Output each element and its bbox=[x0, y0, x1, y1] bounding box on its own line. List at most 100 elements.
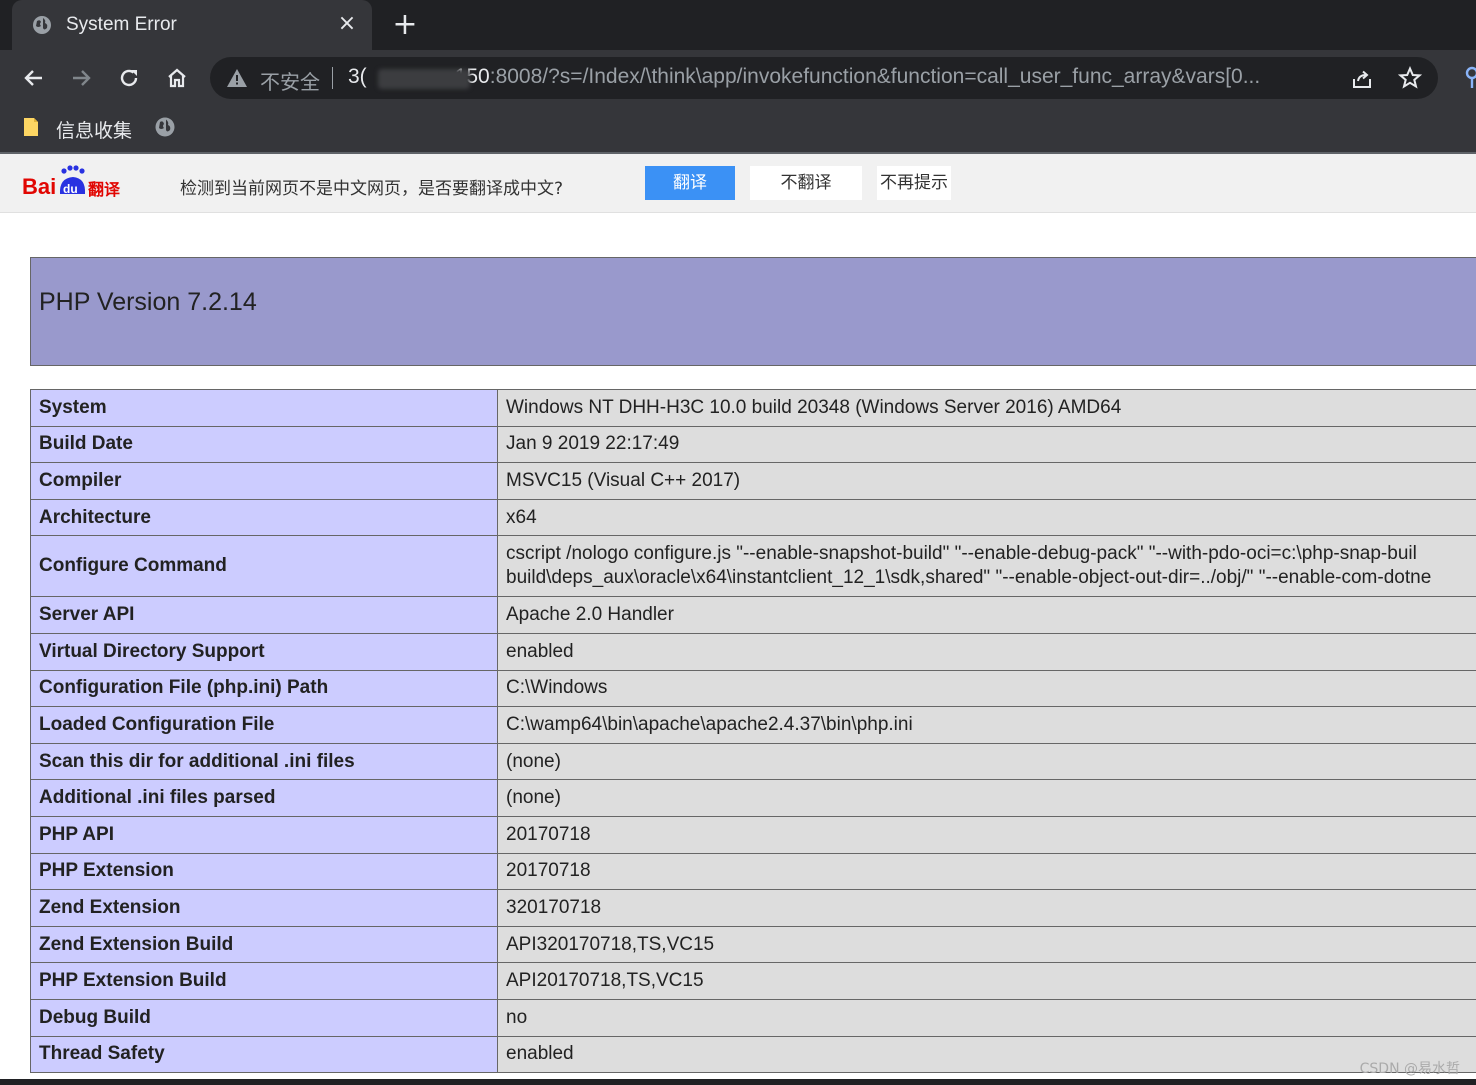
folder-icon[interactable] bbox=[22, 116, 42, 138]
arrow-left-icon bbox=[24, 70, 42, 86]
row-value: x64 bbox=[497, 498, 1476, 537]
row-key: PHP Extension Build bbox=[30, 962, 498, 1000]
table-row: Additional .ini files parsed (none) bbox=[30, 779, 1476, 817]
reload-icon bbox=[120, 69, 138, 87]
forward-button[interactable] bbox=[65, 62, 97, 94]
row-key: Build Date bbox=[30, 425, 498, 464]
globe-icon bbox=[33, 16, 51, 34]
row-key: System bbox=[30, 389, 498, 427]
row-value: MSVC15 (Visual C++ 2017) bbox=[497, 462, 1476, 500]
table-row: Loaded Configuration File C:\wamp64\bin\a… bbox=[30, 706, 1476, 744]
new-tab-button[interactable]: + bbox=[390, 10, 420, 40]
arrow-right-icon bbox=[73, 70, 91, 86]
table-row: Thread Safety enabled bbox=[30, 1035, 1476, 1074]
row-value: Jan 9 2019 22:17:49 bbox=[497, 425, 1476, 464]
row-value: Windows NT DHH-H3C 10.0 build 20348 (Win… bbox=[497, 389, 1476, 427]
table-row: Configuration File (php.ini) Path C:\Wind… bbox=[30, 669, 1476, 708]
table-row: Architecture x64 bbox=[30, 498, 1476, 537]
row-value: (none) bbox=[497, 742, 1476, 781]
table-row: Zend Extension Build API320170718,TS,VC15 bbox=[30, 925, 1476, 964]
url-host-start: 3( bbox=[348, 65, 367, 88]
table-row: Debug Build no bbox=[30, 998, 1476, 1037]
table-row: Scan this dir for additional .ini files(… bbox=[30, 742, 1476, 781]
php-version-header: PHP Version 7.2.14 bbox=[30, 257, 1476, 366]
row-value: cscript /nologo configure.js "--enable-s… bbox=[497, 535, 1476, 598]
row-key: PHP Extension bbox=[30, 852, 498, 891]
row-value: (none) bbox=[497, 779, 1476, 817]
baidu-translate-logo: Bai du 翻译 bbox=[22, 165, 121, 199]
row-key: PHP API bbox=[30, 815, 498, 854]
table-row: PHP Extension Build API20170718,TS,VC15 bbox=[30, 962, 1476, 1000]
row-value: Apache 2.0 Handler bbox=[497, 596, 1476, 634]
translate-prompt: 检测到当前网页不是中文网页，是否要翻译成中文? bbox=[180, 179, 564, 199]
address-bar[interactable]: 不安全 3(150:8008/?s=/Index/\think\app/invo… bbox=[210, 57, 1438, 99]
browser-toolbar: 不安全 3(150:8008/?s=/Index/\think\app/invo… bbox=[0, 50, 1476, 106]
row-value: C:\Windows bbox=[497, 669, 1476, 708]
row-value: enabled bbox=[497, 632, 1476, 671]
back-button[interactable] bbox=[18, 62, 50, 94]
svg-text:翻译: 翻译 bbox=[88, 180, 121, 199]
bookmark-star-icon[interactable] bbox=[1398, 66, 1422, 90]
page-title: PHP Version 7.2.14 bbox=[39, 288, 257, 316]
svg-text:du: du bbox=[63, 182, 78, 196]
row-key: Configure Command bbox=[30, 535, 498, 598]
active-tab[interactable]: System Error × bbox=[12, 0, 372, 50]
bookmark-folder-info-collection[interactable]: 信息收集 bbox=[56, 116, 132, 143]
table-row: Compiler MSVC15 (Visual C++ 2017) bbox=[30, 462, 1476, 500]
svg-text:Bai: Bai bbox=[22, 174, 56, 199]
row-key: Server API bbox=[30, 596, 498, 634]
share-icon[interactable] bbox=[1350, 67, 1374, 91]
row-key: Thread Safety bbox=[30, 1035, 498, 1074]
reload-button[interactable] bbox=[113, 62, 145, 94]
warning-icon[interactable] bbox=[226, 67, 248, 89]
csdn-watermark: CSDN @易水哲 bbox=[1359, 1061, 1460, 1077]
table-row: Configure Command cscript /nologo configu… bbox=[30, 535, 1476, 598]
row-value: API320170718,TS,VC15 bbox=[497, 925, 1476, 964]
table-row: Virtual Directory Support enabled bbox=[30, 632, 1476, 671]
row-value: enabled bbox=[497, 1035, 1476, 1074]
table-row: PHP Extension 20170718 bbox=[30, 852, 1476, 891]
globe-icon[interactable] bbox=[154, 116, 176, 138]
row-value: 20170718 bbox=[497, 852, 1476, 891]
php-info-table-body: System Windows NT DHH-H3C 10.0 build 2034… bbox=[30, 389, 1476, 1074]
row-value: 320170718 bbox=[497, 889, 1476, 927]
row-key: Loaded Configuration File bbox=[30, 706, 498, 744]
row-value: no bbox=[497, 998, 1476, 1037]
translate-bar: Bai du 翻译 检测到当前网页不是中文网页，是否要翻译成中文? 翻译 不翻译… bbox=[0, 154, 1476, 213]
never-prompt-button[interactable]: 不再提示 bbox=[877, 166, 951, 200]
row-value: 20170718 bbox=[497, 815, 1476, 854]
row-value: API20170718,TS,VC15 bbox=[497, 962, 1476, 1000]
bookmarks-bar: 信息收集 bbox=[0, 106, 1476, 154]
dont-translate-button[interactable]: 不翻译 bbox=[750, 166, 862, 200]
redaction-blur bbox=[378, 69, 470, 89]
row-key: Zend Extension Build bbox=[30, 925, 498, 964]
home-icon bbox=[168, 68, 186, 88]
row-value-multiline: cscript /nologo configure.js "--enable-s… bbox=[506, 542, 1476, 590]
tab-title: System Error bbox=[66, 14, 177, 35]
row-value-line: build\deps_aux\oracle\x64\instantclient_… bbox=[506, 567, 1432, 589]
table-row: PHP API 20170718 bbox=[30, 815, 1476, 854]
row-key: Configuration File (php.ini) Path bbox=[30, 669, 498, 708]
not-secure-label[interactable]: 不安全 bbox=[260, 66, 320, 95]
row-value-line: cscript /nologo configure.js "--enable-s… bbox=[506, 543, 1417, 565]
table-row: Build Date Jan 9 2019 22:17:49 bbox=[30, 425, 1476, 464]
close-tab-icon[interactable]: × bbox=[336, 13, 358, 35]
table-row: Server API Apache 2.0 Handler bbox=[30, 596, 1476, 634]
extension-key-icon[interactable] bbox=[1462, 66, 1476, 90]
row-key: Compiler bbox=[30, 462, 498, 500]
row-key: Zend Extension bbox=[30, 889, 498, 927]
row-key: Architecture bbox=[30, 498, 498, 537]
row-key: Debug Build bbox=[30, 998, 498, 1037]
tab-strip: System Error × + bbox=[0, 0, 1476, 50]
row-key: Scan this dir for additional .ini files bbox=[30, 742, 498, 781]
php-info-table: System Windows NT DHH-H3C 10.0 build 2034… bbox=[30, 389, 1476, 1074]
table-row: System Windows NT DHH-H3C 10.0 build 2034… bbox=[30, 389, 1476, 427]
table-row: Zend Extension 320170718 bbox=[30, 889, 1476, 927]
url-text[interactable]: 3(150:8008/?s=/Index/\think\app/invokefu… bbox=[348, 65, 1338, 91]
home-button[interactable] bbox=[161, 62, 193, 94]
row-key: Virtual Directory Support bbox=[30, 632, 498, 671]
translate-button[interactable]: 翻译 bbox=[645, 166, 735, 200]
window-bottom-edge bbox=[0, 1079, 1476, 1085]
url-path: :8008/?s=/Index/\think\app/invokefunctio… bbox=[489, 65, 1261, 88]
row-key: Additional .ini files parsed bbox=[30, 779, 498, 817]
